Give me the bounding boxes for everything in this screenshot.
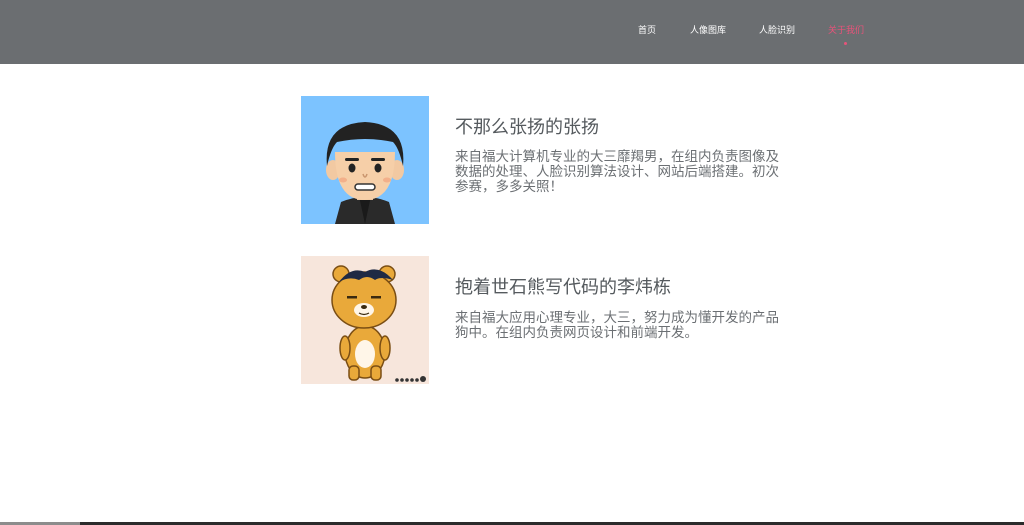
cartoon-bear-avatar-icon (301, 256, 429, 384)
nav-about-us[interactable]: 关于我们 (828, 23, 864, 36)
active-nav-indicator (844, 42, 847, 45)
nav-face-recognition[interactable]: 人脸识别 (759, 23, 795, 36)
top-navbar: 首页 人像图库 人脸识别 关于我们 (0, 0, 1024, 64)
cartoon-boy-avatar-icon (301, 96, 429, 224)
member-name: 不那么张扬的张扬 (455, 117, 599, 138)
member-description: 来自福大应用心理专业，大三，努力成为懂开发的产品狗中。在组内负责网页设计和前端开… (455, 310, 779, 341)
member-name: 抱着世石熊写代码的李炜栋 (455, 277, 671, 298)
nav-home[interactable]: 首页 (638, 23, 656, 36)
nav-portrait-gallery[interactable]: 人像图库 (690, 23, 726, 36)
member-description: 来自福大计算机专业的大三靡羯男，在组内负责图像及数据的处理、人脸识别算法设计、网… (455, 149, 779, 195)
